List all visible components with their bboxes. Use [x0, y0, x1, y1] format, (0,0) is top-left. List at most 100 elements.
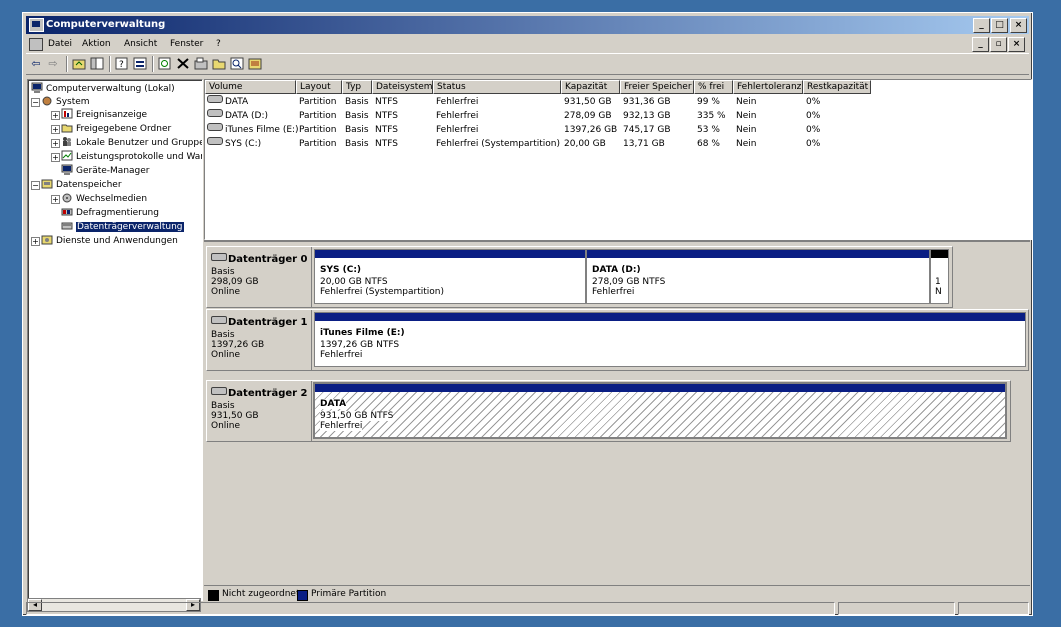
table-row[interactable]: SYS (C:) Partition Basis NTFS Fehlerfrei… [205, 137, 1031, 151]
mdi-minimize-button[interactable]: _ [972, 37, 989, 52]
column-header-restkapazitaet[interactable]: Restkapazität [803, 80, 871, 94]
volume-icon [207, 137, 223, 145]
disk-size: 298,09 GB [211, 277, 259, 287]
list-view-icon[interactable] [133, 57, 147, 70]
shared-folder-icon [61, 122, 73, 133]
column-header-fehlertoleranz[interactable]: Fehlertoleranz [733, 80, 803, 94]
system-tools-icon [41, 95, 53, 106]
menu-help[interactable]: ? [216, 39, 221, 49]
tree-item-ereignisanzeige[interactable]: Ereignisanzeige [61, 108, 147, 121]
expand-wechsel-icon[interactable]: + [51, 195, 60, 204]
disk-size: 931,50 GB [211, 411, 259, 421]
cell-kapazitaet: 20,00 GB [564, 139, 606, 149]
cell-layout: Partition [299, 125, 337, 135]
partition-data-selected[interactable]: DATA 931,50 GB NTFS Fehlerfrei [313, 382, 1007, 439]
table-row[interactable]: iTunes Filme (E:) Partition Basis NTFS F… [205, 123, 1031, 137]
event-viewer-icon [61, 108, 73, 119]
minimize-button[interactable]: _ [973, 18, 990, 33]
mdi-restore-button[interactable]: ▫ [990, 37, 1007, 52]
tree-item-freigegebene-ordner[interactable]: Freigegebene Ordner [61, 122, 171, 135]
partition-status: Fehlerfrei [320, 421, 363, 431]
column-header-typ[interactable]: Typ [342, 80, 372, 94]
search-icon[interactable] [230, 57, 244, 70]
disk-properties-icon[interactable] [248, 57, 262, 70]
up-folder-icon[interactable] [72, 57, 86, 70]
tree-item-datentraegerverwaltung[interactable]: Datenträgerverwaltung [61, 220, 185, 233]
menu-datei[interactable]: Datei [48, 39, 72, 49]
column-header-layout[interactable]: Layout [296, 80, 342, 94]
expand-freigegeben-icon[interactable]: + [51, 125, 60, 134]
tree-label-datentraeger: Datenträgerverwaltung [75, 221, 185, 233]
partition-itunes-e[interactable]: iTunes Filme (E:) 1397,26 GB NTFS Fehler… [314, 312, 1026, 367]
tree-label-defrag: Defragmentierung [76, 208, 159, 218]
partition-sys-c[interactable]: SYS (C:) 20,00 GB NTFS Fehlerfrei (Syste… [314, 249, 586, 304]
disk-icon [211, 253, 227, 261]
legend-swatch-unallocated [208, 590, 219, 601]
tree-item-dienste[interactable]: Dienste und Anwendungen [41, 234, 178, 247]
disk-management-icon [61, 220, 73, 231]
cell-status: Fehlerfrei [436, 97, 479, 107]
expand-datenspeicher-icon[interactable]: − [31, 181, 40, 190]
cell-kapazitaet: 278,09 GB [564, 111, 612, 121]
disk-type: Basis [211, 267, 235, 277]
column-header-volume[interactable]: Volume [205, 80, 296, 94]
menu-aktion[interactable]: Aktion [82, 39, 111, 49]
open-folder-icon[interactable] [212, 57, 226, 70]
performance-logs-icon [61, 150, 73, 161]
users-icon [61, 136, 73, 147]
column-header-freier-speicher[interactable]: Freier Speicher [620, 80, 694, 94]
partition-data-d[interactable]: DATA (D:) 278,09 GB NTFS Fehlerfrei [586, 249, 930, 304]
forward-arrow-icon[interactable]: ⇨ [46, 57, 60, 70]
properties-icon[interactable]: ? [115, 57, 129, 70]
menu-ansicht[interactable]: Ansicht [124, 39, 157, 49]
column-header-kapazitaet[interactable]: Kapazität [561, 80, 620, 94]
disk-label-0: Datenträger 0 Basis 298,09 GB Online [207, 247, 312, 307]
legend-label-unallocated: Nicht zugeordnet [222, 589, 300, 599]
refresh-icon[interactable] [158, 57, 172, 70]
expand-leistung-icon[interactable]: + [51, 153, 60, 162]
tree-item-geraete-manager[interactable]: Geräte-Manager [61, 164, 150, 177]
close-button[interactable]: × [1010, 18, 1027, 33]
cell-freier-speicher: 931,36 GB [623, 97, 671, 107]
expand-ereignis-icon[interactable]: + [51, 111, 60, 120]
expand-system-icon[interactable]: − [31, 98, 40, 107]
back-arrow-icon[interactable]: ⇦ [29, 57, 43, 70]
tree-item-system[interactable]: System [41, 95, 90, 108]
column-header-prozent-frei[interactable]: % frei [694, 80, 733, 94]
tree-label-leistung: Leistungsprotokolle und War [76, 152, 203, 162]
disk-row-1[interactable]: Datenträger 1 Basis 1397,26 GB Online iT… [206, 309, 1029, 371]
cell-layout: Partition [299, 111, 337, 121]
expand-lokale-icon[interactable]: + [51, 139, 60, 148]
tree-item-lokale-benutzer[interactable]: Lokale Benutzer und Gruppe [61, 136, 202, 149]
table-row[interactable]: DATA (D:) Partition Basis NTFS Fehlerfre… [205, 109, 1031, 123]
partition-name: SYS (C:) [320, 265, 362, 275]
column-header-status[interactable]: Status [433, 80, 561, 94]
disk-type: Basis [211, 330, 235, 340]
cell-restkapazitaet: 0% [806, 139, 821, 149]
tree-item-defragmentierung[interactable]: Defragmentierung [61, 206, 159, 219]
document-icon[interactable] [29, 38, 43, 51]
tree-item-wechselmedien[interactable]: Wechselmedien [61, 192, 147, 205]
cell-status: Fehlerfrei [436, 125, 479, 135]
disk-row-2[interactable]: Datenträger 2 Basis 931,50 GB Online DAT… [206, 380, 1011, 442]
format-icon[interactable] [194, 57, 208, 70]
disk-name: Datenträger 0 [228, 254, 308, 265]
cell-freier-speicher: 13,71 GB [623, 139, 665, 149]
maximize-button[interactable]: □ [991, 18, 1008, 33]
partition-unallocated[interactable]: 1 N [930, 249, 949, 304]
expand-dienste-icon[interactable]: + [31, 237, 40, 246]
menu-fenster[interactable]: Fenster [170, 39, 203, 49]
disk-row-0[interactable]: Datenträger 0 Basis 298,09 GB Online SYS… [206, 246, 953, 308]
tree-item-root[interactable]: Computerverwaltung (Lokal) [31, 82, 175, 95]
defrag-icon [61, 206, 73, 217]
device-manager-icon [61, 164, 73, 175]
mdi-close-button[interactable]: × [1008, 37, 1025, 52]
tree-label-freigegebene: Freigegebene Ordner [76, 124, 172, 134]
tree-item-leistungsprotokolle[interactable]: Leistungsprotokolle und War [61, 150, 203, 163]
tree-item-datenspeicher[interactable]: Datenspeicher [41, 178, 122, 191]
table-row[interactable]: DATA Partition Basis NTFS Fehlerfrei 931… [205, 95, 1031, 109]
column-header-dateisystem[interactable]: Dateisystem [372, 80, 433, 94]
show-tree-icon[interactable] [90, 57, 104, 70]
cell-kapazitaet: 1397,26 GB [564, 125, 618, 135]
delete-icon[interactable] [176, 57, 190, 70]
